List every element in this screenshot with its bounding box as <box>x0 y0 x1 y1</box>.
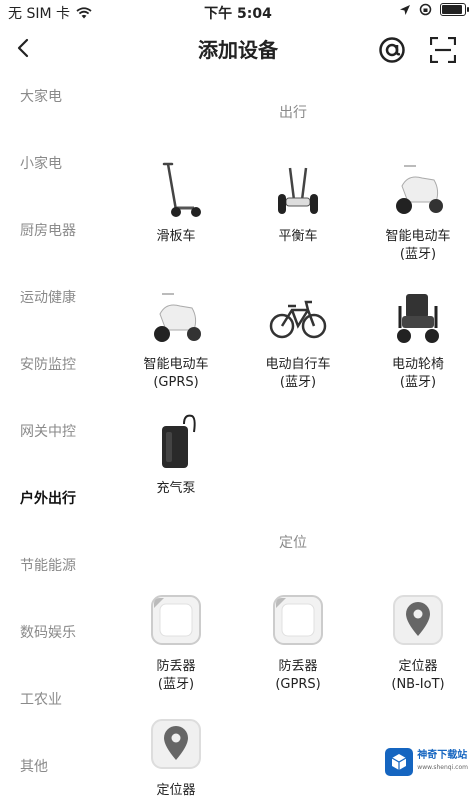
scooter-icon <box>162 162 201 217</box>
battery-fill <box>442 5 463 14</box>
section-title-location: 定位 <box>279 535 307 551</box>
locator-icon <box>151 719 201 769</box>
device-name: 电动轮椅 <box>391 357 444 372</box>
balance-car-icon <box>278 167 318 214</box>
sidebar-item-other[interactable]: 其他 <box>20 756 48 776</box>
device-variant: (GPRS) <box>153 375 199 390</box>
device-locator-nbiot[interactable]: 定位器 (NB-IoT) <box>358 590 476 694</box>
device-name: 平衡车 <box>278 229 318 244</box>
section-title-travel: 出行 <box>279 105 307 121</box>
tracker-tag-icon <box>151 595 201 645</box>
device-variant: (GPRS) <box>275 677 321 692</box>
device-variant: (蓝牙) <box>157 677 195 692</box>
device-e-bicycle[interactable]: 电动自行车 (蓝牙) <box>238 288 358 392</box>
location-arrow-icon <box>400 4 410 15</box>
at-sign-icon[interactable] <box>378 36 406 64</box>
status-bar: 无 SIM 卡 下午 5:04 <box>0 0 476 22</box>
device-variant: (蓝牙) <box>399 247 437 262</box>
device-balance-car[interactable]: 平衡车 <box>238 160 358 246</box>
e-bike-icon <box>396 165 443 214</box>
air-pump-icon <box>162 414 196 468</box>
device-variant: (NB-IoT) <box>391 677 445 692</box>
bicycle-icon <box>269 300 327 339</box>
watermark-url: www.shenqi.com <box>417 764 468 771</box>
device-name: 智能电动车 <box>143 357 209 372</box>
device-variant: (蓝牙) <box>279 375 317 390</box>
device-variant: (蓝牙) <box>399 375 437 390</box>
device-name: 电动自行车 <box>265 357 331 372</box>
device-name: 定位器 <box>398 659 438 674</box>
sidebar-item-industry[interactable]: 工农业 <box>20 689 62 709</box>
watermark-text: 神奇下载站 <box>417 750 468 761</box>
device-name: 充气泵 <box>156 481 196 496</box>
orientation-lock-icon <box>419 3 432 16</box>
sidebar-item-small-appliances[interactable]: 小家电 <box>20 153 62 173</box>
watermark-logo-icon <box>385 748 414 776</box>
sidebar-item-security[interactable]: 安防监控 <box>20 354 76 374</box>
device-tracker-bluetooth[interactable]: 防丢器 (蓝牙) <box>116 590 236 694</box>
device-scooter[interactable]: 滑板车 <box>116 160 236 246</box>
device-wheelchair[interactable]: 电动轮椅 (蓝牙) <box>358 288 476 392</box>
device-name: 防丢器 <box>278 659 318 674</box>
navigation-bar: 添加设备 <box>0 22 476 76</box>
sidebar-item-digital[interactable]: 数码娱乐 <box>20 622 76 642</box>
sidebar-item-energy[interactable]: 节能能源 <box>20 555 76 575</box>
battery-icon <box>440 3 469 16</box>
sidebar-item-gateway[interactable]: 网关中控 <box>20 421 76 441</box>
tracker-tag-icon <box>273 595 323 645</box>
e-bike-icon <box>154 293 201 342</box>
device-locator[interactable]: 定位器 <box>116 714 236 800</box>
watermark: 神奇下载站 www.shenqi.com <box>385 748 468 776</box>
device-tracker-gprs[interactable]: 防丢器 (GPRS) <box>238 590 358 694</box>
sidebar-item-kitchen[interactable]: 厨房电器 <box>20 220 76 240</box>
sidebar-item-sports-health[interactable]: 运动健康 <box>20 287 76 307</box>
category-sidebar: 大家电 小家电 厨房电器 运动健康 安防监控 网关中控 户外出行 节能能源 数码… <box>0 76 110 796</box>
wheelchair-icon <box>397 294 439 343</box>
sidebar-item-outdoor-travel[interactable]: 户外出行 <box>20 488 76 508</box>
device-name: 智能电动车 <box>385 229 451 244</box>
device-name: 防丢器 <box>156 659 196 674</box>
device-name: 滑板车 <box>156 229 196 244</box>
sidebar-item-large-appliances[interactable]: 大家电 <box>20 86 62 106</box>
device-e-bike-gprs[interactable]: 智能电动车 (GPRS) <box>116 288 236 392</box>
locator-icon <box>393 595 443 645</box>
device-air-pump[interactable]: 充气泵 <box>116 412 236 498</box>
device-e-bike-bluetooth[interactable]: 智能电动车 (蓝牙) <box>358 160 476 264</box>
scan-icon[interactable] <box>430 37 456 63</box>
device-name: 定位器 <box>156 783 196 798</box>
